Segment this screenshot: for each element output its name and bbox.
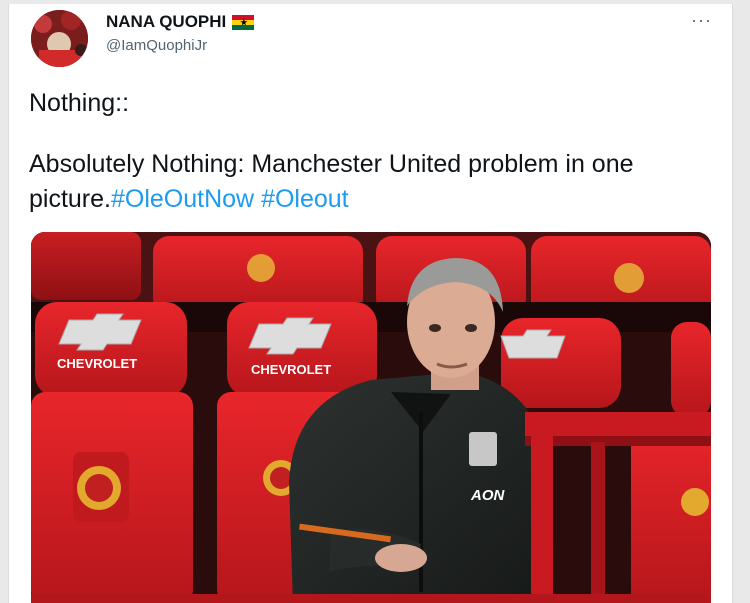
hashtag-oleoutnow[interactable]: #OleOutNow [111, 185, 254, 213]
seat-sponsor-text-2: CHEVROLET [251, 362, 331, 377]
tweet-card[interactable]: NANA QUOPHI ★ @IamQuophiJr ··· Nothing::… [8, 4, 733, 603]
avatar[interactable] [31, 10, 88, 67]
shirt-sponsor-text: AON [470, 487, 506, 504]
author-name-row[interactable]: NANA QUOPHI ★ [106, 12, 255, 32]
dugout-photo: CHEVROLET CHEVROLET AON [31, 232, 711, 603]
ghana-flag-icon: ★ [232, 14, 255, 30]
seat-sponsor-text: CHEVROLET [57, 356, 137, 371]
avatar-image [31, 10, 88, 67]
more-options-icon[interactable]: ··· [691, 10, 712, 31]
author-handle[interactable]: @IamQuophiJr [106, 37, 207, 54]
front-seat-left: CHEVROLET [31, 302, 193, 603]
tweet-media[interactable]: CHEVROLET CHEVROLET AON [31, 232, 711, 603]
hashtag-oleout[interactable]: #Oleout [261, 185, 349, 213]
tweet-line-1: Nothing:: [29, 89, 130, 117]
tweet-text: Nothing:: Absolutely Nothing: Manchester… [29, 86, 719, 217]
author-name[interactable]: NANA QUOPHI [106, 12, 226, 32]
tweet-line-2: Absolutely Nothing: Manchester United pr… [29, 147, 719, 217]
